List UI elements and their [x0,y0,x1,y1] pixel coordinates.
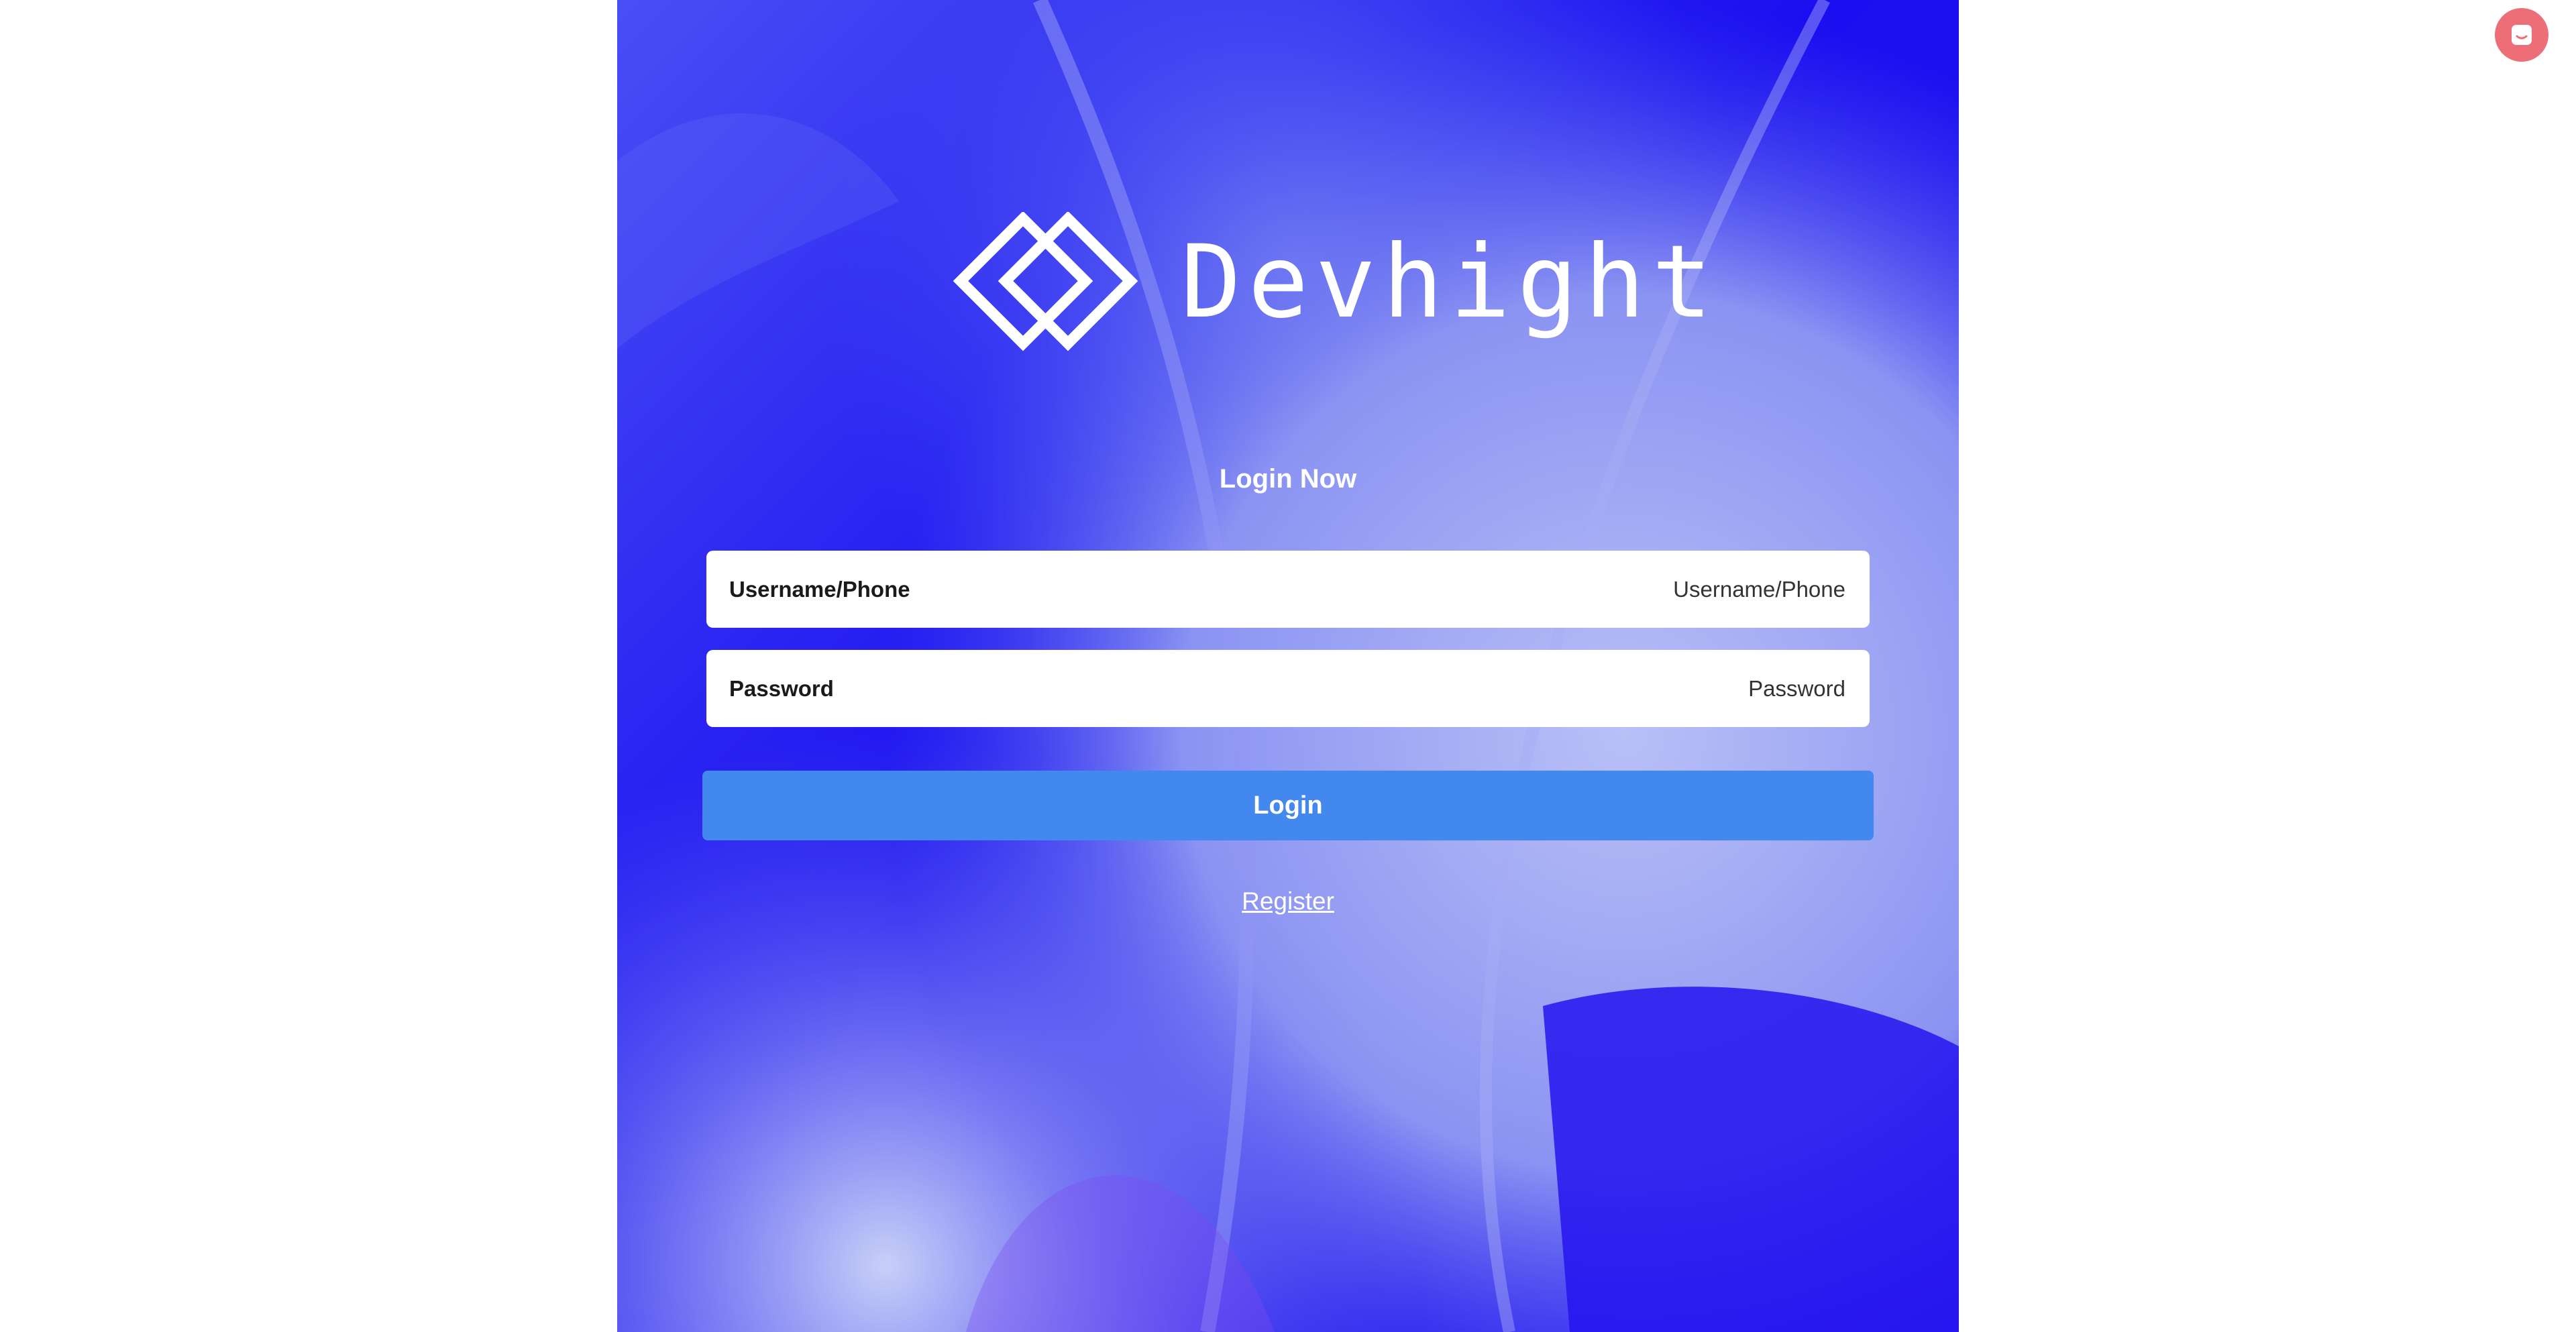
page-title: Login Now [1219,464,1357,494]
page: Devhight Login Now Username/Phone Passwo… [0,0,2576,1332]
register-link[interactable]: Register [1242,887,1334,915]
password-input[interactable] [1240,675,1847,702]
login-button[interactable]: Login [702,771,1874,840]
password-label: Password [729,675,834,701]
brand-logo: Devhight [953,212,1712,353]
chat-icon [2512,25,2532,45]
brand-name: Devhight [1181,224,1719,341]
double-diamond-logo-icon [953,212,1138,351]
chat-widget-button[interactable] [2495,8,2548,62]
username-label: Username/Phone [729,576,910,602]
username-field[interactable]: Username/Phone [706,551,1870,628]
password-field[interactable]: Password [706,650,1870,727]
login-panel: Devhight Login Now Username/Phone Passwo… [617,0,1959,1332]
username-input[interactable] [1240,575,1847,603]
register-link-container: Register [617,885,1959,918]
